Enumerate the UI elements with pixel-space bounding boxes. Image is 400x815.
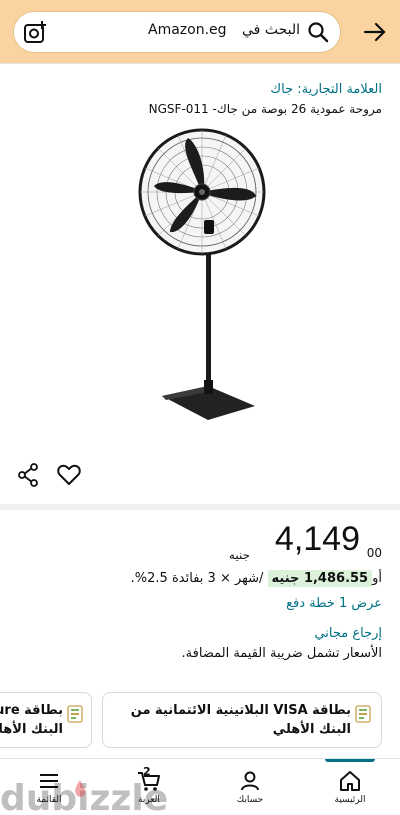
nav-account[interactable]: حسابك — [215, 759, 285, 815]
share-icon[interactable] — [16, 462, 40, 488]
nav-home[interactable]: الرئيسية — [315, 759, 385, 815]
payment-plan-link[interactable]: عرض 1 خطة دفع — [286, 596, 382, 611]
promo-card-line2: البنك الأهلي — [0, 722, 63, 737]
menu-icon — [40, 774, 58, 788]
installment-amount: 1,486.55 جنيه — [267, 570, 373, 587]
arrow-right-icon[interactable] — [362, 19, 388, 45]
nav-cart-label: العربة — [138, 795, 160, 805]
home-icon — [340, 771, 360, 791]
promo-card-label: بطاقة ure البنك الأهلي — [0, 701, 63, 739]
vat-notice: الأسعار تشمل ضريبة القيمة المضافة. — [181, 646, 382, 661]
nav-cart[interactable]: 2 العربة — [114, 759, 184, 815]
card-badge-icon — [355, 705, 371, 723]
promo-card-secure[interactable]: بطاقة ure البنك الأهلي — [0, 692, 92, 748]
nav-menu-label: القائمة — [36, 795, 62, 805]
installment-detail: /شهر × 3 بفائدة 2.5%. — [130, 571, 268, 586]
section-divider — [0, 504, 400, 510]
search-store-label: Amazon.eg — [148, 22, 227, 38]
nav-home-label: الرئيسية — [334, 795, 366, 805]
header-bar: Amazon.eg البحث في — [0, 0, 400, 63]
brand-link[interactable]: العلامة التجارية: جاك — [270, 82, 382, 97]
camera-search-icon[interactable] — [22, 20, 48, 46]
price-block: جنيه 4,149 00 — [82, 520, 382, 566]
promo-card-visa[interactable]: بطاقة VISA البلاتينية الائتمانية من البن… — [102, 692, 382, 748]
cart-count: 2 — [143, 765, 151, 778]
price-whole: 4,149 — [274, 520, 360, 558]
installment-or: أو — [372, 571, 382, 586]
promo-card-label: بطاقة VISA البلاتينية الائتمانية من البن… — [130, 703, 351, 737]
search-icon[interactable] — [307, 21, 329, 43]
nav-menu[interactable]: القائمة — [14, 759, 84, 815]
product-title: مروحة عمودية 26 بوصة من جاك- NGSF-011 — [148, 102, 382, 116]
promo-card-line1: بطاقة ure — [0, 703, 63, 718]
free-return-link[interactable]: إرجاع مجاني — [314, 626, 382, 641]
heart-icon[interactable] — [56, 462, 82, 488]
product-image[interactable] — [120, 124, 290, 434]
header-divider — [0, 63, 400, 64]
search-prefix-label: البحث في — [242, 22, 300, 38]
user-icon — [241, 771, 259, 791]
price-currency: جنيه — [228, 548, 250, 562]
bottom-nav: الرئيسية حسابك 2 العربة القائمة — [0, 758, 400, 815]
nav-account-label: حسابك — [236, 795, 264, 805]
price-fraction: 00 — [366, 546, 382, 560]
card-badge-icon — [67, 705, 83, 723]
installment-info: أو1,486.55 جنيه /شهر × 3 بفائدة 2.5%. — [130, 570, 382, 591]
